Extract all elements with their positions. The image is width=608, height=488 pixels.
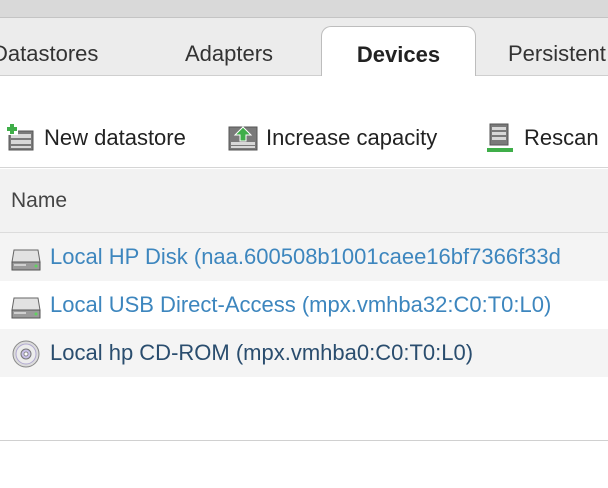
rescan-label: Rescan: [524, 125, 599, 150]
table-row[interactable]: Local USB Direct-Access (mpx.vmhba32:C0:…: [0, 281, 608, 329]
device-name-link[interactable]: Local HP Disk (naa.600508b1001caee16bf73…: [50, 244, 561, 270]
devices-table: Name Local HP Disk (naa.600508b1001caee1…: [0, 169, 608, 441]
disk-icon: [11, 297, 41, 319]
table-row[interactable]: Local HP Disk (naa.600508b1001caee16bf73…: [0, 233, 608, 281]
increase-capacity-button[interactable]: Increase capacity: [228, 122, 437, 154]
table-empty-area: [0, 377, 608, 441]
device-name[interactable]: Local hp CD-ROM (mpx.vmhba0:C0:T0:L0): [50, 340, 473, 366]
toolbar: New datastore Increase capacity Rescan: [0, 76, 608, 168]
increase-capacity-label: Increase capacity: [266, 125, 438, 150]
new-datastore-icon: [6, 123, 34, 151]
rescan-button[interactable]: Rescan: [486, 122, 599, 154]
new-datastore-label: New datastore: [44, 125, 186, 150]
tab-devices[interactable]: Devices: [321, 26, 476, 77]
column-header-name[interactable]: Name: [11, 189, 67, 213]
tab-persistent[interactable]: Persistent: [508, 26, 606, 76]
rescan-icon: [487, 123, 513, 152]
disk-icon: [11, 249, 41, 271]
device-name-link[interactable]: Local USB Direct-Access (mpx.vmhba32:C0:…: [50, 292, 551, 318]
table-row[interactable]: Local hp CD-ROM (mpx.vmhba0:C0:T0:L0): [0, 329, 608, 377]
tab-datastores[interactable]: Datastores: [0, 26, 98, 76]
window-title-bar: [0, 0, 608, 18]
new-datastore-button[interactable]: New datastore: [6, 122, 186, 154]
cdrom-icon: [12, 340, 40, 368]
tab-adapters[interactable]: Adapters: [185, 26, 273, 76]
table-header: Name: [0, 169, 608, 233]
increase-capacity-icon: [228, 126, 258, 151]
tab-bar: Datastores Adapters Devices Persistent: [0, 18, 608, 77]
